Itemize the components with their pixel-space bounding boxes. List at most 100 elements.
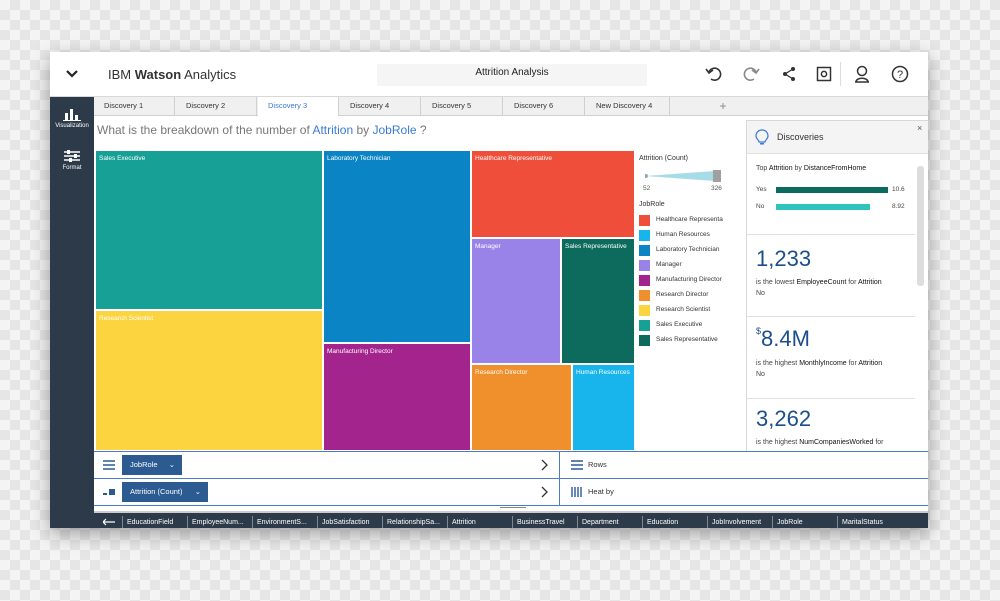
- chevron-down-icon: ⌄: [168, 460, 175, 469]
- card-big-value: $8.4M: [756, 326, 810, 351]
- attrition-count-pill[interactable]: Attrition (Count) ⌄: [122, 482, 208, 502]
- field-chip[interactable]: EmployeeNum...: [187, 516, 251, 528]
- legend-label: Manufacturing Director: [656, 276, 722, 283]
- tab-discovery-3[interactable]: Discovery 3: [258, 97, 339, 116]
- rows-target-icon: [571, 460, 583, 470]
- bar-no: [776, 204, 871, 210]
- data-fields-strip: EducationField EmployeeNum... EnvironmentS…: [94, 511, 928, 528]
- field-chip[interactable]: JobSatisfaction: [317, 516, 381, 528]
- heat-by-label[interactable]: Heat by: [588, 487, 614, 496]
- share-icon[interactable]: [779, 64, 799, 84]
- bar-label-yes: Yes: [756, 186, 767, 193]
- treemap-tile-laboratory-technician[interactable]: Laboratory Technician: [323, 150, 471, 343]
- question-measure[interactable]: Attrition: [312, 123, 353, 137]
- chevron-right-icon[interactable]: [541, 459, 549, 471]
- tab-discovery-6[interactable]: Discovery 6: [504, 97, 585, 115]
- chevron-right-icon[interactable]: [541, 486, 549, 498]
- treemap-tile-research-director[interactable]: Research Director: [471, 364, 572, 451]
- bar-label-no: No: [756, 203, 765, 210]
- legend-size-min: 52: [643, 185, 651, 192]
- tab-discovery-4[interactable]: Discovery 4: [340, 97, 421, 115]
- tab-discovery-1[interactable]: Discovery 1: [94, 97, 175, 115]
- project-title[interactable]: Attrition Analysis: [377, 64, 647, 86]
- field-chip[interactable]: EducationField: [122, 516, 186, 528]
- treemap-tile-healthcare-representative[interactable]: Healthcare Representative: [471, 150, 635, 238]
- chevron-down-icon: ⌄: [194, 487, 201, 496]
- treemap-tile-manager[interactable]: Manager: [471, 238, 561, 364]
- shelf-heat: Attrition (Count) ⌄ Heat by: [94, 478, 928, 506]
- app-header: IBM Watson Analytics Attrition Analysis …: [50, 52, 928, 97]
- card-description: is the highest NumCompaniesWorked for: [756, 439, 884, 446]
- treemap-tile-human-resources[interactable]: Human Resources: [572, 364, 635, 451]
- bar-value-yes: 10.6: [892, 186, 905, 193]
- size-icon: [103, 489, 115, 495]
- field-chip[interactable]: BusinessTravel: [512, 516, 576, 528]
- field-chip[interactable]: Attrition: [447, 516, 511, 528]
- tab-discovery-5[interactable]: Discovery 5: [422, 97, 503, 115]
- legend-size-max: 326: [711, 185, 722, 192]
- shelf-rows: JobRole ⌄ Rows: [94, 451, 928, 478]
- rows-icon: [103, 460, 115, 470]
- discoveries-title: Discoveries: [777, 132, 824, 142]
- legend-label: Laboratory Technician: [656, 246, 720, 253]
- treemap-tile-sales-executive[interactable]: Sales Executive: [95, 150, 323, 310]
- legend-swatch: [639, 305, 650, 316]
- tab-discovery-2[interactable]: Discovery 2: [176, 97, 257, 115]
- sidebar-item-visualization[interactable]: Visualization: [50, 107, 94, 129]
- field-chip[interactable]: Department: [577, 516, 641, 528]
- jobrole-pill[interactable]: JobRole ⌄: [122, 455, 182, 475]
- field-chip[interactable]: MaritalStatus: [837, 516, 901, 528]
- app-brand: IBM Watson Analytics: [108, 67, 237, 82]
- field-chip[interactable]: Education: [642, 516, 706, 528]
- legend-label: Healthcare Representa: [656, 216, 723, 223]
- field-chip[interactable]: RelationshipSa...: [382, 516, 446, 528]
- discovery-card-top[interactable]: Top Attrition by DistanceFromHome Yes 10…: [747, 154, 915, 235]
- redo-icon[interactable]: [741, 64, 761, 84]
- discovery-tabs: Discovery 1 Discovery 2 Discovery 3 Disc…: [94, 97, 928, 116]
- help-icon[interactable]: ?: [890, 64, 910, 84]
- treemap-tile-manufacturing-director[interactable]: Manufacturing Director: [323, 343, 471, 451]
- sidebar-item-format[interactable]: Format: [50, 149, 94, 171]
- bar-chart-icon: [63, 109, 81, 121]
- close-icon[interactable]: ×: [917, 123, 922, 133]
- legend-label: Sales Representative: [656, 336, 718, 343]
- legend-swatch: [639, 230, 650, 241]
- watson-analytics-window: IBM Watson Analytics Attrition Analysis …: [50, 52, 928, 528]
- legend-color-title: JobRole: [639, 201, 665, 208]
- panel-scrollbar[interactable]: [917, 166, 924, 286]
- question-dimension[interactable]: JobRole: [373, 123, 417, 137]
- undo-icon[interactable]: [704, 64, 724, 84]
- treemap-tile-sales-representative[interactable]: Sales Representative: [561, 238, 635, 364]
- discoveries-panel: Discoveries × Top Attrition by DistanceF…: [746, 120, 928, 453]
- sidebar-item-label: Format: [62, 165, 82, 171]
- treemap-tile-research-scientist[interactable]: Research Scientist: [95, 310, 323, 451]
- treemap-chart: Sales Executive Research Scientist Labor…: [95, 150, 635, 451]
- tab-new-discovery-4[interactable]: New Discovery 4: [586, 97, 670, 115]
- discovery-card-employee-count[interactable]: 1,233 is the lowest EmployeeCount for At…: [747, 234, 915, 317]
- card-big-value: 1,233: [756, 246, 812, 271]
- legend-label: Human Resources: [656, 231, 710, 238]
- collapse-icon[interactable]: [103, 518, 115, 526]
- shelf-divider: [559, 452, 560, 478]
- save-icon[interactable]: [814, 64, 834, 84]
- legend-swatch: [639, 335, 650, 346]
- field-chip[interactable]: EnvironmentS...: [252, 516, 316, 528]
- field-chip[interactable]: JobRole: [772, 516, 836, 528]
- field-chip[interactable]: JobInvolvement: [707, 516, 771, 528]
- legend-label: Research Director: [656, 291, 709, 298]
- user-icon[interactable]: [852, 64, 872, 84]
- sidebar-item-label: Visualization: [55, 123, 89, 129]
- header-divider: [840, 62, 841, 86]
- legend-swatch: [639, 275, 650, 286]
- legend-swatch: [639, 215, 650, 226]
- legend-label: Sales Executive: [656, 321, 703, 328]
- discovery-card-top-text: Top Attrition by DistanceFromHome: [756, 165, 867, 172]
- sliders-icon: [64, 150, 80, 162]
- discovery-card-monthly-income[interactable]: $8.4M is the highest MonthlyIncome for A…: [747, 316, 915, 399]
- rows-label[interactable]: Rows: [588, 460, 607, 469]
- add-tab-button[interactable]: +: [716, 97, 730, 115]
- svg-text:?: ?: [897, 69, 903, 81]
- discovery-card-num-companies[interactable]: 3,262 is the highest NumCompaniesWorked …: [747, 398, 915, 452]
- chevron-down-icon[interactable]: [50, 52, 94, 96]
- shelf-divider: [559, 479, 560, 505]
